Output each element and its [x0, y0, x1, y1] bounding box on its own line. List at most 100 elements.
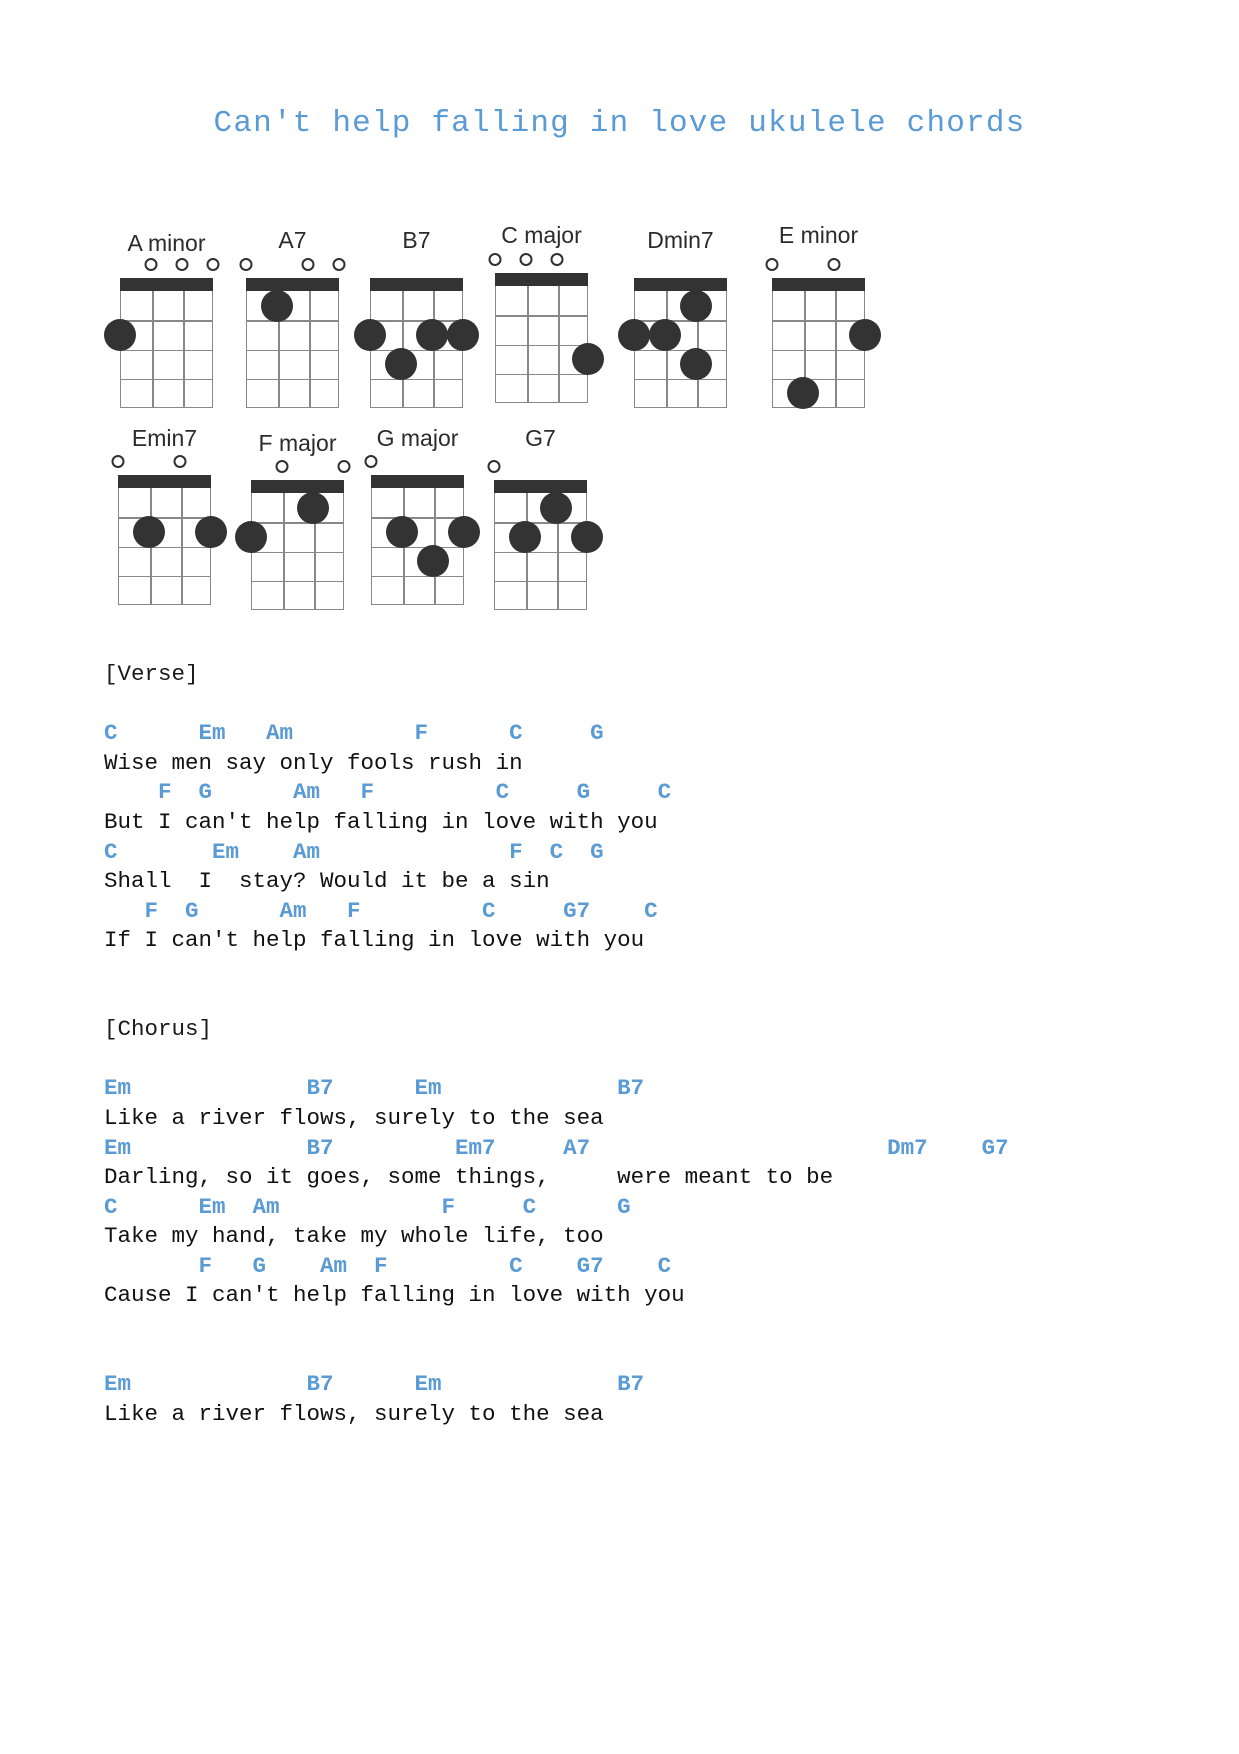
fret-line — [372, 546, 463, 548]
open-string-circle-icon — [765, 258, 779, 271]
fret-grid — [118, 488, 211, 605]
chord-diagram-collection: A minor A7 B7 C major Dmin7 E minor Emin7 F maj… — [0, 210, 1239, 640]
finger-dot — [417, 545, 449, 578]
chord-line: Em B7 Em B7 — [104, 1075, 645, 1102]
finger-dot — [297, 491, 329, 524]
chord-diagram: Dmin7 — [618, 210, 727, 418]
open-string-circle-icon — [337, 460, 351, 473]
fret-line — [495, 551, 586, 553]
fret-line — [635, 378, 726, 381]
fret-line — [252, 580, 343, 583]
open-string-circle-icon — [364, 455, 378, 468]
chord-sheet: [Verse] C Em Am F C G Wise men say only fo… — [104, 660, 1204, 1459]
open-string-row — [111, 455, 211, 473]
finger-dot — [540, 491, 572, 524]
fretboard — [118, 475, 227, 605]
chord-line: F G Am F C G7 C — [104, 897, 658, 924]
string-line — [283, 493, 285, 609]
lyric-line: Like a river flows, surely to the sea — [104, 1104, 604, 1131]
open-string-row — [634, 258, 727, 276]
lyric-line: Like a river flows, surely to the sea — [104, 1400, 604, 1427]
chord-line: C Em Am F C G — [104, 838, 604, 865]
finger-dot — [386, 515, 418, 548]
finger-dot — [571, 520, 603, 553]
fret-line — [252, 551, 343, 553]
fret-line — [252, 522, 343, 524]
nut-bar — [371, 475, 464, 488]
chord-line: F G Am F C G7 C — [104, 1252, 672, 1279]
lyric-line: Take my hand, take my whole life, too — [104, 1223, 604, 1250]
open-string-circle-icon — [275, 460, 289, 473]
lyric-line: Shall I stay? Would it be a sin — [104, 868, 550, 895]
fret-line — [119, 517, 210, 519]
chord-line: F G Am F C G C — [104, 779, 672, 806]
fretboard — [772, 278, 881, 410]
finger-dot — [649, 318, 681, 351]
section-label: [Chorus] — [104, 1016, 213, 1043]
finger-dot — [235, 520, 267, 553]
fret-line — [119, 546, 210, 548]
fret-line — [495, 580, 586, 583]
chord-line: Em B7 Em7 A7 Dm7 G7 — [104, 1134, 1009, 1161]
fret-line — [773, 320, 864, 322]
fret-line — [372, 517, 463, 519]
open-string-circle-icon — [111, 455, 125, 468]
chord-diagram-name: G7 — [525, 425, 556, 451]
string-line — [835, 291, 837, 407]
fret-line — [372, 575, 463, 578]
chord-line: Em B7 Em B7 — [104, 1371, 645, 1398]
section-label: [Verse] — [104, 661, 199, 687]
fret-grid — [371, 488, 464, 605]
finger-dot — [618, 318, 650, 351]
finger-dot — [133, 515, 165, 548]
page-title: Can't help falling in love ukulele chord… — [213, 106, 1026, 141]
chord-diagram-name: E minor — [778, 222, 859, 248]
open-string-row — [487, 460, 587, 478]
finger-dot — [448, 515, 480, 548]
finger-dot — [680, 348, 712, 381]
chord-diagram-name: G major — [376, 425, 459, 451]
chord-diagram: E minor — [765, 210, 881, 418]
string-line — [181, 488, 183, 604]
nut-bar — [118, 475, 211, 488]
chord-diagram: G7 — [487, 210, 603, 620]
chord-line: C Em Am F C G — [104, 720, 604, 747]
open-string-circle-icon — [173, 455, 187, 468]
fret-line — [495, 522, 586, 524]
nut-bar — [634, 278, 727, 291]
open-string-row — [251, 460, 351, 478]
finger-dot — [509, 520, 541, 553]
lyric-line: Wise men say only fools rush in — [104, 749, 523, 776]
nut-bar — [494, 480, 587, 493]
open-string-circle-icon — [827, 258, 841, 271]
chord-diagram-name: Emin7 — [131, 425, 198, 451]
nut-bar — [772, 278, 865, 291]
chord-line: C Em Am F C G — [104, 1193, 631, 1220]
fretboard — [235, 480, 344, 610]
fret-line — [635, 349, 726, 351]
lyric-line: But I can't help falling in love with yo… — [104, 808, 658, 835]
open-string-row — [765, 258, 865, 276]
fret-line — [635, 320, 726, 322]
fretboard — [494, 480, 603, 610]
chord-diagram: F major — [235, 210, 351, 620]
finger-dot — [195, 515, 227, 548]
fretboard — [618, 278, 727, 408]
chord-diagram-name: F major — [258, 430, 337, 456]
finger-dot — [849, 318, 881, 351]
finger-dot — [787, 377, 819, 410]
lyric-line: Cause I can't help falling in love with … — [104, 1282, 685, 1309]
chord-diagram-name: Dmin7 — [647, 227, 714, 253]
open-string-circle-icon — [487, 460, 501, 473]
lyric-line: Darling, so it goes, some things, were m… — [104, 1164, 834, 1191]
nut-bar — [251, 480, 344, 493]
finger-dot — [680, 289, 712, 322]
open-string-row — [364, 455, 464, 473]
fret-line — [773, 378, 864, 381]
